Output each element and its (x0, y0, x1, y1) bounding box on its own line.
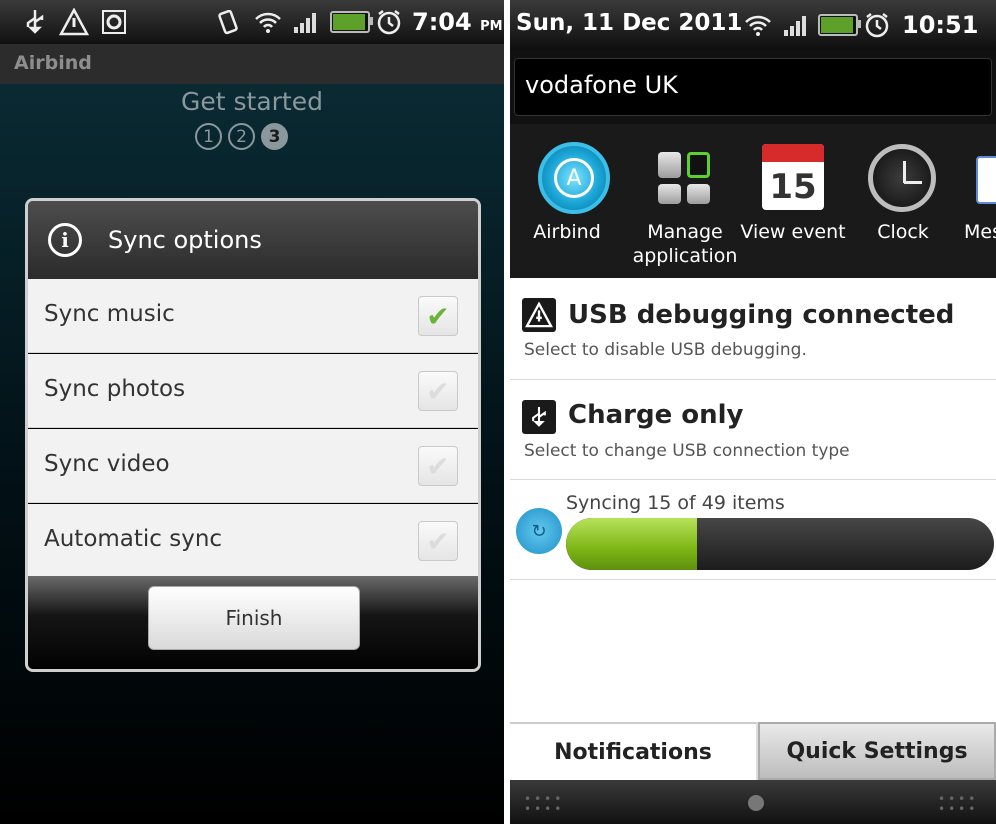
wizard-steps: 1 2 3 (195, 123, 288, 150)
checkmark-icon: ✔ (426, 374, 450, 408)
status-bar: Sun, 11 Dec 2011 10:51 PM (510, 0, 996, 65)
usb-debug-warning-icon (522, 298, 556, 332)
clock-icon (868, 144, 936, 212)
tab-notifications[interactable]: Notifications (510, 722, 756, 780)
shortcut-label: Airbind (533, 221, 601, 243)
sync-options-dialog: i Sync options Sync music ✔ Sync photos … (25, 198, 481, 672)
wizard-step-1: 1 (195, 123, 222, 150)
usb-icon (20, 6, 50, 38)
sync-icon (98, 6, 130, 38)
messages-icon (976, 156, 996, 204)
sync-progress-bar (566, 518, 994, 570)
option-sync-video[interactable]: Sync video ✔ (28, 429, 478, 503)
notification-syncing[interactable]: ↻ Syncing 15 of 49 items (510, 480, 996, 580)
dialog-header: i Sync options (28, 201, 478, 279)
sync-status: Syncing 15 of 49 items (566, 492, 785, 514)
shortcut-messages[interactable]: Mes (958, 124, 996, 278)
alarm-icon (862, 9, 892, 41)
option-sync-photos[interactable]: Sync photos ✔ (28, 354, 478, 428)
notification-subtitle: Select to disable USB debugging. (524, 340, 807, 360)
notification-subtitle: Select to change USB connection type (524, 441, 850, 461)
carrier-name: vodafone UK (525, 71, 678, 99)
battery-icon (816, 9, 861, 41)
info-icon: i (48, 223, 82, 257)
shortcut-label: Manage application (632, 221, 738, 267)
signal-icon (780, 9, 810, 41)
wifi-icon (742, 9, 774, 41)
battery-icon (328, 6, 373, 38)
notification-title: USB debugging connected (568, 300, 955, 330)
vibrate-icon (212, 6, 244, 38)
status-time: 7:04 PM (412, 8, 503, 36)
notification-title: Charge only (568, 400, 744, 430)
checkbox-sync-music[interactable]: ✔ (418, 296, 458, 336)
status-date: Sun, 11 Dec 2011 (516, 10, 743, 36)
grip-dots-left: •••• •••• (524, 792, 565, 816)
dialog-title: Sync options (108, 226, 262, 254)
app-title-bar: Airbind (0, 44, 504, 84)
notification-usb-debugging[interactable]: USB debugging connected Select to disabl… (510, 278, 996, 380)
shortcut-manage-application[interactable]: Manage application (630, 124, 740, 278)
checkmark-icon: ✔ (426, 299, 450, 333)
status-bar: 7:04 PM (0, 0, 504, 44)
shortcut-row: A Airbind Manage application 15 View eve… (510, 124, 996, 278)
grip-dots-right: •••• •••• (938, 792, 979, 816)
airbind-setup-screen: 7:04 PM Airbind Get started 1 2 3 i Sync… (0, 0, 504, 824)
warning-icon (58, 6, 90, 38)
notification-charge-only[interactable]: Charge only Select to change USB connect… (510, 380, 996, 480)
airbind-icon: A (538, 142, 610, 214)
alarm-icon (374, 6, 404, 38)
carrier-bar: vodafone UK (510, 50, 996, 124)
calendar-day: 15 (769, 167, 817, 207)
signal-icon (290, 6, 320, 38)
checkmark-icon: ✔ (426, 449, 450, 483)
wifi-icon (252, 6, 284, 38)
app-title: Airbind (14, 52, 92, 74)
usb-icon (522, 400, 556, 434)
shortcut-view-event[interactable]: 15 View event (738, 124, 848, 278)
dialog-footer: Finish (28, 576, 478, 669)
option-label: Sync photos (44, 376, 186, 402)
sync-progress-fill (566, 518, 698, 570)
checkbox-automatic-sync[interactable]: ✔ (418, 521, 458, 561)
calendar-icon: 15 (762, 144, 824, 210)
wizard-heading: Get started (181, 87, 323, 116)
drag-knob[interactable] (748, 795, 764, 811)
option-automatic-sync[interactable]: Automatic sync ✔ (28, 504, 478, 578)
option-label: Automatic sync (44, 526, 223, 552)
shade-handle[interactable]: •••• •••• •••• •••• (510, 780, 996, 824)
notification-shade: Sun, 11 Dec 2011 10:51 PM vodafone UK A … (510, 0, 996, 824)
checkbox-sync-photos[interactable]: ✔ (418, 371, 458, 411)
wizard-step-3: 3 (261, 123, 288, 150)
tab-quick-settings[interactable]: Quick Settings (758, 722, 996, 780)
shortcut-label: View event (740, 221, 846, 243)
shade-tabs: Notifications Quick Settings (510, 722, 996, 780)
manage-application-icon (652, 146, 716, 210)
shortcut-airbind[interactable]: A Airbind (512, 124, 622, 278)
shortcut-label: Clock (877, 221, 929, 243)
wizard-step-2: 2 (228, 123, 255, 150)
checkmark-icon: ✔ (426, 524, 450, 558)
finish-button[interactable]: Finish (148, 586, 360, 650)
option-label: Sync video (44, 451, 170, 477)
shortcut-clock[interactable]: Clock (848, 124, 958, 278)
airbind-sync-icon: ↻ (516, 508, 562, 554)
option-sync-music[interactable]: Sync music ✔ (28, 279, 478, 353)
checkbox-sync-video[interactable]: ✔ (418, 446, 458, 486)
option-label: Sync music (44, 301, 175, 327)
carrier-box: vodafone UK (514, 58, 992, 116)
shortcut-label: Mes (964, 221, 996, 243)
